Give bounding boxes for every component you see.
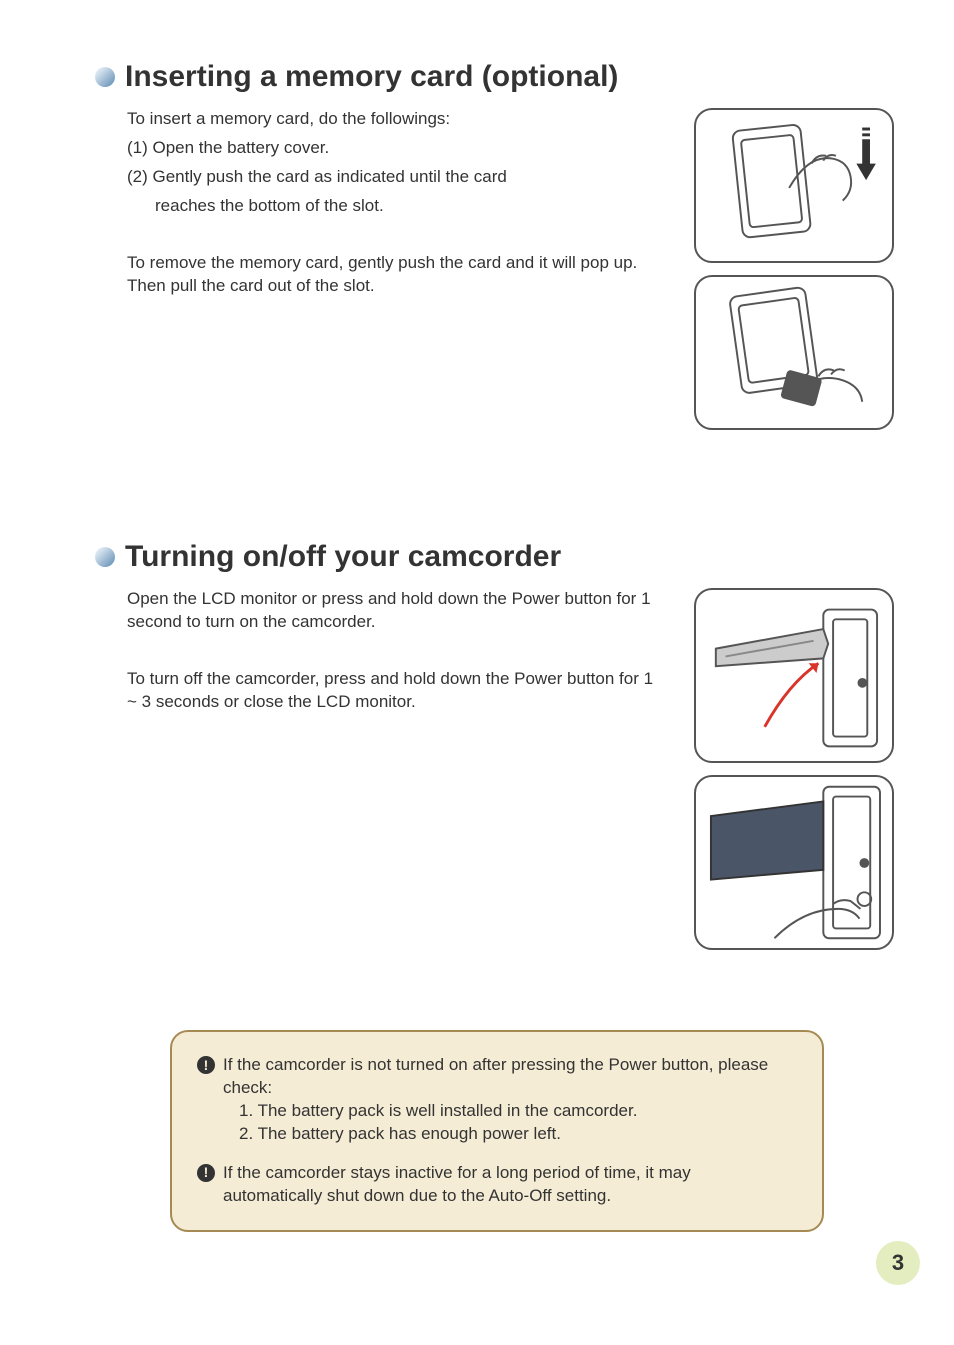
section-insert-memory-card: Inserting a memory card (optional) To in… xyxy=(95,60,894,430)
illustration-power-button xyxy=(694,775,894,950)
step-2-line2: reaches the bottom of the slot. xyxy=(127,195,664,218)
section-heading: Turning on/off your camcorder xyxy=(95,540,894,574)
note-item-1: ! If the camcorder is not turned on afte… xyxy=(197,1054,792,1146)
section-turning-on-off: Turning on/off your camcorder Open the L… xyxy=(95,540,894,950)
note-box: ! If the camcorder is not turned on afte… xyxy=(170,1030,824,1232)
text-column: To insert a memory card, do the followin… xyxy=(95,108,664,304)
page-number: 3 xyxy=(876,1241,920,1285)
note-2-text: If the camcorder stays inactive for a lo… xyxy=(223,1162,792,1208)
note-text: If the camcorder is not turned on after … xyxy=(223,1054,792,1146)
section-heading: Inserting a memory card (optional) xyxy=(95,60,894,94)
note-1-check-2: 2. The battery pack has enough power lef… xyxy=(223,1123,792,1146)
bullet-icon xyxy=(95,67,115,87)
section-title: Inserting a memory card (optional) xyxy=(125,60,618,94)
illustration-column xyxy=(694,108,894,430)
note-1-check-1: 1. The battery pack is well installed in… xyxy=(223,1100,792,1123)
text-column: Open the LCD monitor or press and hold d… xyxy=(95,588,664,720)
note-1-intro: If the camcorder is not turned on after … xyxy=(223,1054,792,1100)
alert-icon: ! xyxy=(197,1164,215,1182)
intro-text: To insert a memory card, do the followin… xyxy=(127,108,664,131)
note-item-2: ! If the camcorder stays inactive for a … xyxy=(197,1162,792,1208)
section-title: Turning on/off your camcorder xyxy=(125,540,561,574)
turn-on-text: Open the LCD monitor or press and hold d… xyxy=(127,588,664,634)
turn-off-text: To turn off the camcorder, press and hol… xyxy=(127,668,664,714)
illustration-column xyxy=(694,588,894,950)
bullet-icon xyxy=(95,547,115,567)
manual-page: Inserting a memory card (optional) To in… xyxy=(0,0,954,1345)
illustration-remove-card xyxy=(694,275,894,430)
alert-icon: ! xyxy=(197,1056,215,1074)
content-row: Open the LCD monitor or press and hold d… xyxy=(95,588,894,950)
illustration-open-lcd xyxy=(694,588,894,763)
step-1: (1) Open the battery cover. xyxy=(127,137,664,160)
content-row: To insert a memory card, do the followin… xyxy=(95,108,894,430)
illustration-insert-card xyxy=(694,108,894,263)
remove-text: To remove the memory card, gently push t… xyxy=(127,252,664,298)
step-2-line1: (2) Gently push the card as indicated un… xyxy=(127,166,664,189)
